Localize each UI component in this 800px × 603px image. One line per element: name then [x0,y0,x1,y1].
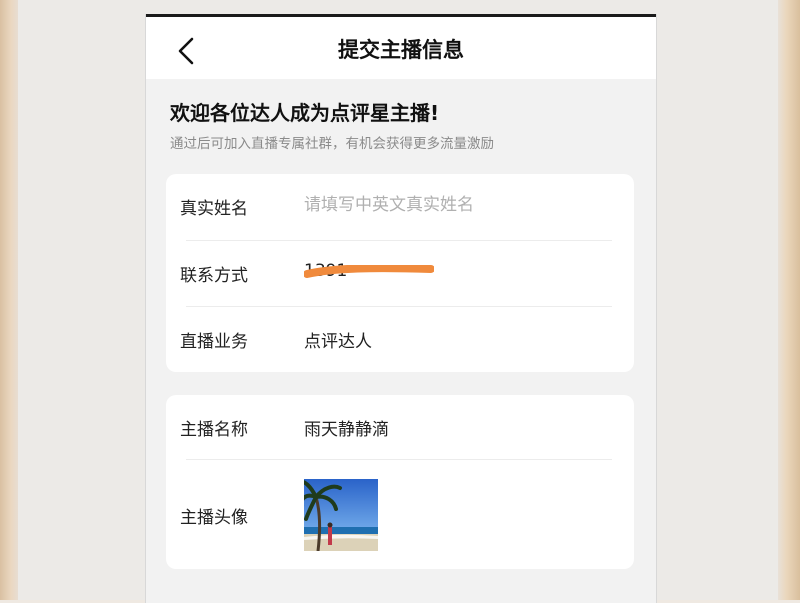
basic-info-card: 真实姓名 联系方式 1391 直播业务 点评达人 [166,174,634,372]
business-row[interactable]: 直播业务 点评达人 [166,307,634,372]
avatar-label: 主播头像 [180,508,248,528]
page-title: 提交主播信息 [338,38,464,62]
welcome-heading: 欢迎各位达人成为点评星主播! [170,101,440,125]
phone-screen: 提交主播信息 欢迎各位达人成为点评星主播! 通过后可加入直播专属社群，有机会获得… [146,14,656,603]
anchor-name-value[interactable]: 雨天静静滴 [304,415,389,440]
frame-right-edge [778,0,800,600]
redaction-scribble [304,265,434,278]
business-label: 直播业务 [180,332,248,352]
anchor-name-row[interactable]: 主播名称 雨天静静滴 [166,395,634,459]
business-value[interactable]: 点评达人 [304,327,372,352]
real-name-label: 真实姓名 [180,199,248,219]
anchor-profile-card: 主播名称 雨天静静滴 主播头像 [166,395,634,569]
welcome-subtitle: 通过后可加入直播专属社群，有机会获得更多流量激励 [170,136,494,152]
avatar-beach-photo-icon[interactable] [304,479,378,551]
avatar-row[interactable]: 主播头像 [166,460,634,569]
anchor-name-label: 主播名称 [180,420,248,440]
navigation-bar: 提交主播信息 [146,17,656,79]
frame-left-edge [0,0,18,600]
contact-label: 联系方式 [180,266,248,286]
real-name-row[interactable]: 真实姓名 [166,174,634,240]
real-name-input[interactable] [304,192,604,218]
